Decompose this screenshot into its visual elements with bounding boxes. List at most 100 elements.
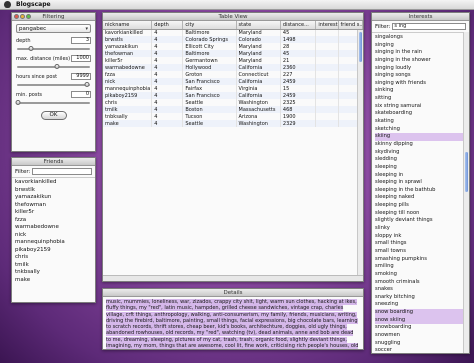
- table-row[interactable]: mannequinphobia 4 Fairfax Virginia 15: [103, 85, 363, 92]
- table-row[interactable]: killer5r 4 Germantown Maryland 21: [103, 57, 363, 64]
- column-header[interactable]: interest ...: [315, 21, 339, 30]
- apple-menu-icon[interactable]: [4, 1, 11, 8]
- interest-item[interactable]: sleeping in: [375, 172, 466, 180]
- table-row[interactable]: tmilk 4 Boston Massachusetts 468: [103, 106, 363, 113]
- interest-item[interactable]: singalongs: [375, 34, 466, 42]
- friend-item[interactable]: make: [15, 277, 92, 285]
- interest-item[interactable]: snowmen: [375, 332, 466, 340]
- field-value-input[interactable]: 0: [71, 91, 91, 98]
- friend-item[interactable]: yamazakikun: [15, 194, 92, 202]
- friend-item[interactable]: killer5r: [15, 209, 92, 217]
- friend-item[interactable]: kavorkiankilled: [15, 179, 92, 187]
- field-slider[interactable]: [15, 100, 91, 105]
- friend-item[interactable]: brwstlk: [15, 187, 92, 195]
- table-row[interactable]: thefowman 4 Baltimore Maryland 45: [103, 50, 363, 57]
- friend-item[interactable]: tnkbsally: [15, 269, 92, 277]
- interest-item[interactable]: snowboarding: [375, 324, 466, 332]
- interest-item[interactable]: sketching: [375, 126, 466, 134]
- interest-item[interactable]: soccer: [375, 347, 466, 353]
- scroll-thumb[interactable]: [359, 32, 362, 62]
- interest-item[interactable]: singing: [375, 42, 466, 50]
- filtering-titlebar[interactable]: Filtering: [12, 13, 95, 21]
- column-header[interactable]: city: [182, 21, 237, 30]
- interest-item[interactable]: snow boarding: [375, 309, 466, 317]
- friends-titlebar[interactable]: Friends: [12, 158, 95, 166]
- interest-item[interactable]: snow skiing: [375, 316, 466, 325]
- interests-vertical-scrollbar[interactable]: [463, 32, 469, 353]
- slider-knob[interactable]: [15, 100, 21, 105]
- interest-item[interactable]: slinky: [375, 225, 466, 233]
- interests-titlebar[interactable]: Interests: [372, 13, 469, 21]
- interest-item[interactable]: sloppy ink: [375, 233, 466, 241]
- interest-item[interactable]: six string samurai: [375, 103, 466, 111]
- table-row[interactable]: kavorkiankilled 4 Baltimore Maryland 45: [103, 29, 363, 36]
- interest-item[interactable]: snakes: [375, 286, 466, 294]
- friend-item[interactable]: chris: [15, 254, 92, 262]
- interest-item[interactable]: smooth criminals: [375, 279, 466, 287]
- column-header[interactable]: distance...: [280, 21, 317, 30]
- table-row[interactable]: chris 4 Seattle Washington 2325: [103, 99, 363, 106]
- interest-item[interactable]: sinking: [375, 87, 466, 95]
- table-row[interactable]: brwstls 4 Colorado Springs Colorado 1498: [103, 36, 363, 43]
- interest-item[interactable]: skating: [375, 118, 466, 126]
- interest-item[interactable]: small things: [375, 240, 466, 248]
- table-row[interactable]: pikaboy2159 4 San Francisco California 2459: [103, 92, 363, 99]
- table-row[interactable]: tnbksally 4 Tucson Arizona 1900: [103, 113, 363, 120]
- interest-item[interactable]: skateboarding: [375, 110, 466, 118]
- field-slider[interactable]: [16, 46, 91, 51]
- minimize-icon[interactable]: [20, 14, 25, 19]
- close-icon[interactable]: [14, 14, 19, 19]
- interest-item[interactable]: sleeping naked: [375, 194, 466, 202]
- table-row[interactable]: yamazakikun 4 Ellicott City Maryland 28: [103, 43, 363, 50]
- scroll-thumb[interactable]: [465, 152, 468, 192]
- interest-item[interactable]: sitting: [375, 95, 466, 103]
- friend-item[interactable]: fzza: [15, 217, 92, 225]
- field-slider[interactable]: [16, 64, 91, 69]
- user-select[interactable]: pangabec ▾: [16, 24, 91, 33]
- interest-item[interactable]: small towns: [375, 248, 466, 256]
- slider-knob[interactable]: [54, 64, 60, 69]
- interest-item[interactable]: snarky bitching: [375, 294, 466, 302]
- interest-item[interactable]: skinny dipping: [375, 141, 466, 149]
- friend-item[interactable]: mannequinphobia: [15, 239, 92, 247]
- interest-item[interactable]: snuggling: [375, 340, 466, 348]
- table-row[interactable]: warmabedowne 4 Hollywood California 2360: [103, 64, 363, 71]
- interest-item[interactable]: slightly deviant things: [375, 217, 466, 225]
- friend-item[interactable]: thefowman: [15, 202, 92, 210]
- field-value-input[interactable]: 9999: [71, 73, 91, 80]
- details-titlebar[interactable]: Details: [103, 289, 363, 297]
- interest-item[interactable]: smashing pumpkins: [375, 256, 466, 264]
- table-row[interactable]: make 4 Seattle Washington 2329: [103, 120, 363, 127]
- friends-filter-input[interactable]: [32, 168, 92, 175]
- interest-item[interactable]: singing with friends: [375, 80, 466, 88]
- interest-item[interactable]: smiling: [375, 263, 466, 271]
- interest-item[interactable]: sleeping: [375, 164, 466, 172]
- column-header[interactable]: nickname: [103, 21, 153, 30]
- friend-item[interactable]: pikaboy2159: [15, 247, 92, 255]
- zoom-icon[interactable]: [26, 14, 31, 19]
- app-name[interactable]: Blogscape: [16, 1, 51, 8]
- ok-button[interactable]: OK: [40, 111, 67, 120]
- column-header[interactable]: state: [236, 21, 281, 30]
- table-row[interactable]: nick 4 San Francisco California 2459: [103, 78, 363, 85]
- field-slider[interactable]: [16, 82, 91, 87]
- slider-knob[interactable]: [84, 82, 90, 87]
- table-horizontal-scrollbar[interactable]: [103, 275, 363, 281]
- friend-item[interactable]: warmabedowne: [15, 224, 92, 232]
- interest-item[interactable]: singing loudly: [375, 65, 466, 73]
- interest-item[interactable]: sleeping in sprawl: [375, 179, 466, 187]
- slider-knob[interactable]: [28, 46, 34, 51]
- column-header[interactable]: friend s...: [338, 21, 363, 30]
- column-header[interactable]: depth: [151, 21, 184, 30]
- interest-item[interactable]: singing songs: [375, 72, 466, 80]
- friend-item[interactable]: nick: [15, 232, 92, 240]
- interest-item[interactable]: sledding: [375, 156, 466, 164]
- field-value-input[interactable]: 3: [71, 37, 91, 44]
- interest-item[interactable]: skydiving: [375, 149, 466, 157]
- interest-item[interactable]: skiing: [375, 133, 466, 141]
- table-view-titlebar[interactable]: Table View: [103, 13, 363, 21]
- interest-item[interactable]: sneezing: [375, 301, 466, 309]
- field-value-input[interactable]: 1000: [71, 55, 91, 62]
- interest-item[interactable]: sleeping pills: [375, 202, 466, 210]
- interest-item[interactable]: sleeping till noon: [375, 210, 466, 218]
